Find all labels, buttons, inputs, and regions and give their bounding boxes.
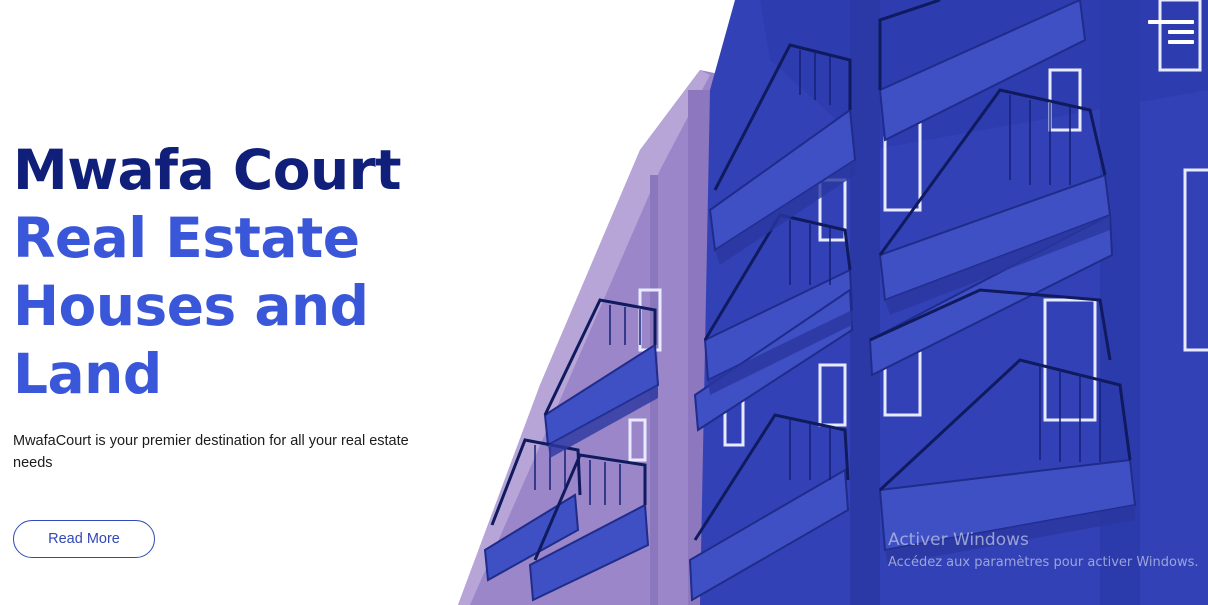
hero-title-line: Real Estate — [13, 206, 360, 270]
hero-content: Mwafa Court Real Estate Houses and Land … — [13, 136, 453, 474]
hero-title-line: Houses and — [13, 274, 369, 338]
menu-line — [1168, 30, 1194, 34]
hero-section: Mwafa Court Real Estate Houses and Land … — [0, 0, 1208, 605]
hero-title-brand: Mwafa Court — [13, 138, 402, 202]
menu-line — [1168, 40, 1194, 44]
hero-title-line: Land — [13, 342, 162, 406]
menu-line — [1148, 20, 1194, 24]
read-more-button[interactable]: Read More — [13, 520, 155, 558]
hero-description: MwafaCourt is your premier destination f… — [13, 433, 409, 471]
hamburger-menu-icon[interactable] — [1148, 20, 1194, 48]
hero-title: Mwafa Court Real Estate Houses and Land — [13, 136, 453, 408]
